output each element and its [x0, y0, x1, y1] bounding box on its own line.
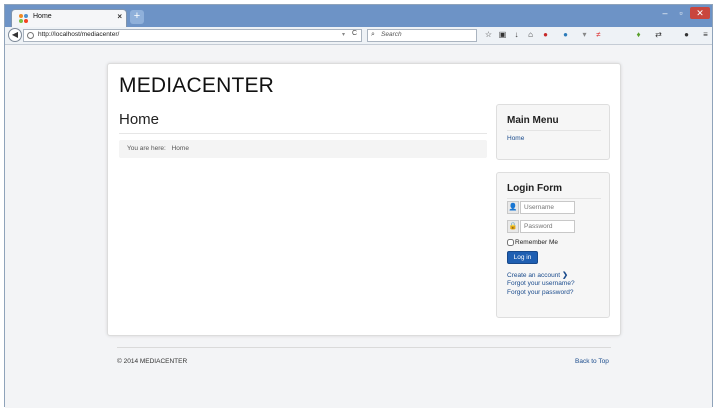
- title-bar: Home × + – ▫ ✕: [5, 5, 712, 27]
- page-container: MEDIACENTER Home You are here: Home Main…: [107, 63, 621, 336]
- addon-icon-5[interactable]: ⇄: [653, 29, 664, 40]
- password-input[interactable]: [520, 220, 575, 233]
- divider: [119, 133, 487, 134]
- login-button[interactable]: Log in: [507, 251, 538, 264]
- divider: [507, 130, 601, 131]
- search-placeholder: Search: [381, 31, 402, 38]
- menu-item-home[interactable]: Home: [507, 135, 524, 142]
- search-bar[interactable]: ⌕ Search: [367, 29, 477, 42]
- back-to-top-link[interactable]: Back to Top: [575, 358, 609, 365]
- globe-icon: [27, 32, 34, 39]
- breadcrumb-current: Home: [171, 145, 189, 152]
- maximize-button[interactable]: ▫: [674, 7, 688, 19]
- search-icon: ⌕: [371, 31, 375, 38]
- web-page: MEDIACENTER Home You are here: Home Main…: [5, 45, 712, 408]
- minimize-button[interactable]: –: [658, 7, 672, 19]
- username-input[interactable]: [520, 201, 575, 214]
- bookmark-star-icon[interactable]: ☆: [483, 29, 494, 40]
- addon-icon-2[interactable]: ●: [560, 29, 571, 40]
- forgot-password-link[interactable]: Forgot your password?: [507, 289, 573, 296]
- main-menu-module: Main Menu Home: [496, 104, 610, 160]
- create-account-label: Create an account: [507, 272, 561, 279]
- addon-icon[interactable]: ●: [540, 29, 551, 40]
- navigation-toolbar: ◀ http://localhost/mediacenter/ ▾ C ⌕ Se…: [5, 27, 712, 45]
- addon-icon-6[interactable]: ●: [681, 29, 692, 40]
- address-bar[interactable]: http://localhost/mediacenter/ ▾ C: [23, 29, 362, 42]
- addon-icon-4[interactable]: ♦: [633, 29, 644, 40]
- create-account-link[interactable]: Create an account ❯: [507, 271, 568, 279]
- breadcrumb-prefix: You are here:: [127, 145, 166, 152]
- remember-me-label: Remember Me: [515, 239, 558, 247]
- download-icon[interactable]: ↓: [511, 29, 522, 40]
- browser-tab-home[interactable]: Home ×: [11, 9, 127, 27]
- forgot-username-link[interactable]: Forgot your username?: [507, 280, 575, 287]
- divider: [507, 198, 601, 199]
- back-arrow-icon[interactable]: ◀: [8, 28, 22, 42]
- url-dropdown-icon[interactable]: ▾: [342, 31, 345, 38]
- footer-divider: [117, 347, 611, 348]
- url-text: http://localhost/mediacenter/: [38, 31, 120, 38]
- user-icon: 👤: [507, 201, 519, 214]
- remember-me[interactable]: Remember Me: [507, 239, 558, 246]
- lock-icon: 🔒: [507, 220, 519, 233]
- home-icon[interactable]: ⌂: [525, 29, 536, 40]
- dropdown-icon[interactable]: ▾: [579, 29, 590, 40]
- site-title[interactable]: MEDIACENTER: [119, 74, 274, 98]
- reading-list-icon[interactable]: ▣: [497, 29, 508, 40]
- addon-icon-3[interactable]: ≠: [593, 29, 604, 40]
- browser-window: Home × + – ▫ ✕ ◀ http://localhost/mediac…: [4, 4, 713, 408]
- login-form-module: Login Form 👤 🔒 Remember Me Log in Create…: [496, 172, 610, 318]
- breadcrumb: You are here: Home: [119, 140, 487, 158]
- new-tab-button[interactable]: +: [130, 10, 144, 24]
- page-heading: Home: [119, 111, 160, 128]
- reload-icon[interactable]: C: [352, 30, 357, 37]
- remember-me-checkbox[interactable]: [507, 239, 514, 246]
- tab-close-icon[interactable]: ×: [117, 12, 122, 21]
- menu-hamburger-icon[interactable]: ≡: [700, 29, 711, 40]
- login-form-title: Login Form: [507, 183, 562, 194]
- close-window-button[interactable]: ✕: [690, 7, 710, 19]
- main-menu-title: Main Menu: [507, 115, 559, 126]
- chevron-right-icon: ❯: [562, 272, 568, 279]
- joomla-favicon-icon: [19, 14, 28, 23]
- copyright-text: © 2014 MEDIACENTER: [117, 358, 188, 365]
- tab-title: Home: [33, 13, 52, 20]
